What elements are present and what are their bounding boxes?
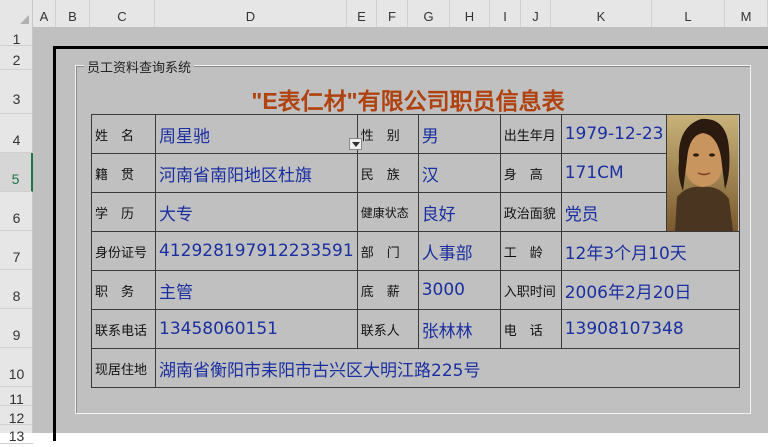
- birth-value[interactable]: 1979-12-23: [560, 114, 668, 154]
- salary-label: 底 薪: [356, 270, 419, 310]
- row-header-7[interactable]: 7: [0, 231, 33, 270]
- column-header-f[interactable]: F: [377, 0, 408, 27]
- select-all-corner[interactable]: [0, 0, 33, 27]
- tel-label: 电 话: [499, 309, 562, 349]
- birth-label: 出生年月: [499, 114, 562, 154]
- row-header-5[interactable]: 5: [0, 153, 33, 192]
- column-header-a[interactable]: A: [33, 0, 56, 27]
- column-header-l[interactable]: L: [652, 0, 725, 27]
- row-header-13[interactable]: 13: [0, 425, 33, 444]
- height-value[interactable]: 171CM: [560, 153, 668, 193]
- column-header-m[interactable]: M: [725, 0, 768, 27]
- address-value[interactable]: 湖南省衡阳市耒阳市古兴区大明江路225号: [154, 348, 741, 388]
- group-box-title: 员工资料查询系统: [84, 57, 195, 76]
- height-label: 身 高: [499, 153, 562, 193]
- column-header-c[interactable]: C: [90, 0, 155, 27]
- row-header-2[interactable]: 2: [0, 46, 33, 70]
- row-header-12[interactable]: 12: [0, 406, 33, 426]
- tel-value[interactable]: 13908107348: [560, 309, 741, 349]
- health-label: 健康状态: [356, 192, 419, 232]
- id-number-label: 身份证号: [91, 231, 156, 271]
- row-header-9[interactable]: 9: [0, 309, 33, 348]
- seniority-label: 工 龄: [499, 231, 562, 271]
- dropdown-arrow-icon[interactable]: [349, 138, 362, 150]
- row-header-4[interactable]: 4: [0, 114, 33, 153]
- education-value[interactable]: 大专: [155, 192, 358, 232]
- row-header-1[interactable]: 1: [0, 27, 33, 47]
- position-label: 职 务: [91, 270, 156, 310]
- gender-value[interactable]: 男: [417, 114, 501, 154]
- column-header-i[interactable]: I: [490, 0, 521, 27]
- native-place-label: 籍 贯: [91, 153, 156, 193]
- column-header-j[interactable]: J: [521, 0, 551, 27]
- column-header-k[interactable]: K: [551, 0, 652, 27]
- contact-value[interactable]: 张林林: [417, 309, 501, 349]
- row-header-bar: 1 2 3 4 5 6 7 8 9 10 11 12 13: [0, 27, 33, 444]
- hire-date-value[interactable]: 2006年2月20日: [560, 270, 741, 310]
- political-value[interactable]: 党员: [560, 192, 668, 232]
- contact-label: 联系人: [356, 309, 419, 349]
- salary-value[interactable]: 3000: [417, 270, 501, 310]
- row-header-8[interactable]: 8: [0, 270, 33, 309]
- ethnic-value[interactable]: 汉: [417, 153, 501, 193]
- row-header-6[interactable]: 6: [0, 192, 33, 231]
- employee-photo: [666, 114, 741, 232]
- name-value[interactable]: 周星驰: [155, 114, 358, 154]
- hire-date-label: 入职时间: [499, 270, 562, 310]
- health-value[interactable]: 良好: [417, 192, 501, 232]
- employee-info-table: 姓 名 周星驰 性 别 男 出生年月 1979-12-23 籍 贯 河南省南阳地…: [91, 114, 741, 388]
- address-label: 现居住地: [91, 348, 156, 388]
- phone-value[interactable]: 13458060151: [155, 309, 358, 349]
- education-label: 学 历: [91, 192, 156, 232]
- native-place-value[interactable]: 河南省南阳地区杜旗: [155, 153, 358, 193]
- row-header-11[interactable]: 11: [0, 387, 33, 407]
- row-header-10[interactable]: 10: [0, 348, 33, 387]
- row-header-3[interactable]: 3: [0, 70, 33, 114]
- form-title: "E表仁材"有限公司职员信息表: [251, 88, 565, 114]
- id-number-value[interactable]: 412928197912233591: [155, 231, 358, 271]
- column-header-b[interactable]: B: [56, 0, 90, 27]
- phone-label: 联系电话: [91, 309, 156, 349]
- photo-image: [667, 115, 739, 231]
- name-label: 姓 名: [91, 114, 156, 154]
- column-header-h[interactable]: H: [450, 0, 490, 27]
- position-value[interactable]: 主管: [155, 270, 358, 310]
- column-header-bar: A B C D E F G H I J K L M: [0, 0, 768, 28]
- political-label: 政治面貌: [499, 192, 562, 232]
- department-value[interactable]: 人事部: [417, 231, 501, 271]
- column-header-d[interactable]: D: [155, 0, 347, 27]
- column-header-e[interactable]: E: [347, 0, 377, 27]
- ethnic-label: 民 族: [356, 153, 419, 193]
- department-label: 部 门: [356, 231, 419, 271]
- seniority-value[interactable]: 12年3个月10天: [560, 231, 741, 271]
- gender-label: 性 别: [356, 114, 419, 154]
- column-header-g[interactable]: G: [408, 0, 450, 27]
